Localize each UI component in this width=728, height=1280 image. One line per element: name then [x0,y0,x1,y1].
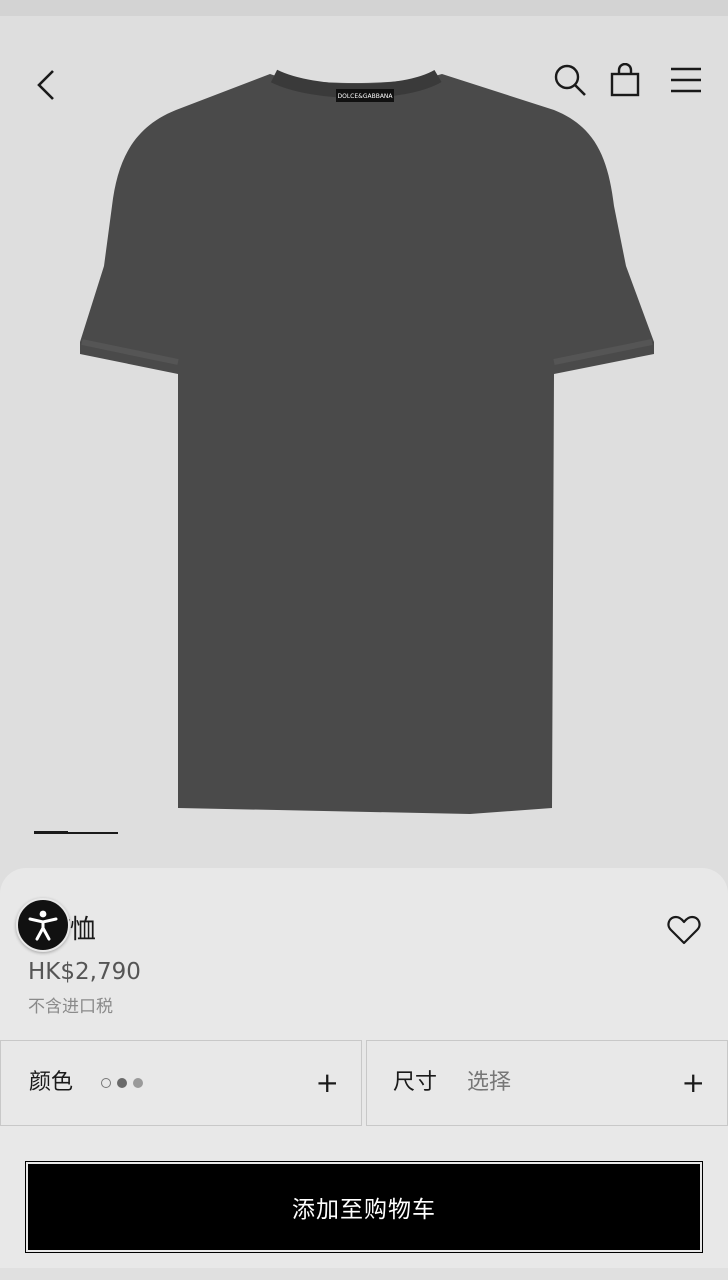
product-image: DOLCE&GABBANA [80,69,654,814]
search-icon [554,64,586,96]
accessibility-icon [28,910,58,941]
product-price: HK$2,790 [28,959,141,985]
plus-icon: + [315,1066,339,1099]
heart-outline-icon [667,915,701,945]
favorite-button[interactable] [664,910,704,950]
search-button[interactable] [548,58,592,102]
brand-label: DOLCE&GABBANA [337,93,393,100]
shopping-bag-icon [610,63,640,97]
menu-button[interactable] [664,58,708,102]
back-button[interactable] [26,62,66,108]
tax-note: 不含进口税 [28,997,113,1017]
gallery-indicator-active [34,831,68,834]
status-strip [0,0,728,16]
product-image-area[interactable]: DOLCE&GABBANA [0,0,728,870]
add-to-cart-label: 添加至购物车 [292,1197,436,1223]
gallery-indicator [34,831,118,834]
color-swatch[interactable] [117,1078,127,1088]
accessibility-button[interactable] [16,898,70,952]
size-label: 尺寸 [393,1070,438,1095]
plus-icon: + [681,1066,705,1099]
chevron-left-icon [37,70,54,100]
color-swatch[interactable] [101,1078,111,1088]
bottom-bar [0,1268,728,1280]
color-selector[interactable]: 颜色 + [0,1040,362,1126]
color-label: 颜色 [29,1070,74,1095]
hamburger-menu-icon [671,67,701,93]
color-swatch[interactable] [133,1078,143,1088]
size-selector[interactable]: 尺寸 选择 + [366,1040,728,1126]
size-value: 选择 [467,1070,512,1095]
add-to-cart-button[interactable]: 添加至购物车 [25,1161,703,1253]
shopping-bag-button[interactable] [604,58,646,102]
color-swatches [101,1078,143,1088]
